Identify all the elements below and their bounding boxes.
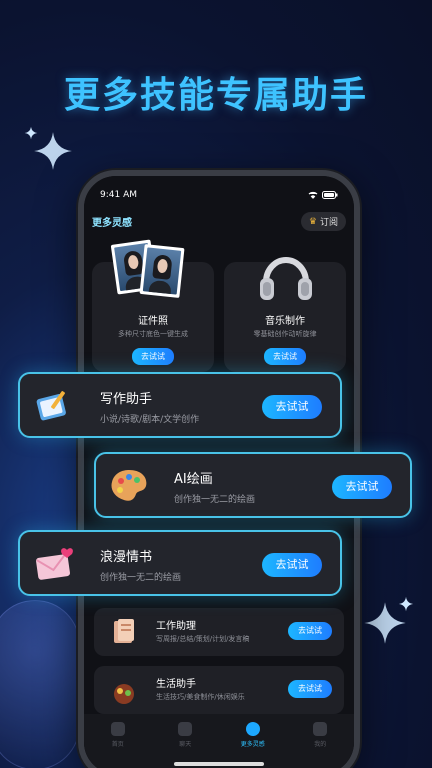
tab-label: 我的 [314,741,327,748]
crown-icon: ♛ [308,216,317,227]
list-desc: 写周报/总结/策划/计划/发言稿 [156,635,250,643]
try-button[interactable]: 去试试 [332,475,392,499]
status-icons [308,191,338,199]
id-photo-card[interactable]: 证件照 多种尺寸底色一键生成 去试试 [92,239,214,372]
try-button[interactable]: 去试试 [288,622,332,640]
sparkle-icon [398,596,414,612]
card-desc: 创作独一无二的绘画 [100,573,182,583]
try-button[interactable]: 去试试 [288,680,332,698]
envelope-icon [36,548,73,580]
try-button[interactable]: 去试试 [262,395,322,419]
try-button[interactable]: 去试试 [264,348,306,365]
sparkle-icon [34,132,72,170]
list-desc: 生活技巧/美食制作/休闲娱乐 [156,693,245,701]
chat-icon [178,722,193,736]
headphones-icon [260,257,312,300]
try-button[interactable]: 去试试 [132,348,174,365]
palette-icon [111,470,147,501]
food-icon [114,684,134,704]
notebook-icon [36,391,66,421]
status-bar: 9:41 AM [100,188,338,202]
id-photo-icon [139,244,185,298]
wifi-icon [308,191,318,199]
lightning-icon [245,722,260,736]
card-desc: 零基础创作动听旋律 [253,330,317,338]
page-headline: 更多技能专属助手 [63,75,368,116]
tab-profile[interactable]: 我的 [295,722,345,768]
card-desc: 小说/诗歌/剧本/文学创作 [100,415,200,425]
list-item[interactable]: 生活助手 生活技巧/美食制作/休闲娱乐 去试试 [94,666,344,714]
card-title: 音乐制作 [265,316,305,327]
tab-label: 首页 [111,741,124,748]
tab-label: 更多灵感 [240,741,265,748]
profile-icon [313,722,328,736]
sparkle-icon [24,126,38,140]
tab-bar: 首页 聊天 更多灵感 我的 [84,714,354,768]
writing-assistant-card[interactable]: 写作助手 小说/诗歌/剧本/文学创作 去试试 [18,372,342,438]
list-title: 生活助手 [156,679,196,690]
top-bar: 更多灵感 ♛ 订阅 [92,212,346,231]
card-title: 浪漫情书 [100,550,153,565]
home-indicator [174,762,264,766]
battery-icon [322,191,338,199]
list-title: 工作助理 [156,621,196,632]
card-title: 证件照 [138,316,168,327]
list-item[interactable]: 工作助理 写周报/总结/策划/计划/发言稿 去试试 [94,608,344,656]
card-title: 写作助手 [100,392,153,407]
card-desc: 创作独一无二的绘画 [174,495,256,505]
document-icon [114,619,134,643]
tab-label: 聊天 [179,741,192,748]
brand-title: 更多灵感 [92,218,132,229]
card-title: AI绘画 [174,472,213,487]
decorative-jellyfish [0,600,80,768]
status-time: 9:41 AM [100,190,137,200]
card-desc: 多种尺寸底色一键生成 [118,330,188,338]
feature-grid: 证件照 多种尺寸底色一键生成 去试试 音乐制作 零基础创作动听旋律 去试试 [92,239,346,372]
home-icon [110,722,125,736]
music-card[interactable]: 音乐制作 零基础创作动听旋律 去试试 [224,257,346,372]
love-letter-card[interactable]: 浪漫情书 创作独一无二的绘画 去试试 [18,530,342,596]
subscribe-button[interactable]: ♛ 订阅 [300,212,346,231]
try-button[interactable]: 去试试 [262,553,322,577]
subscribe-label: 订阅 [319,218,338,228]
ai-painting-card[interactable]: AI绘画 创作独一无二的绘画 去试试 [94,452,412,518]
tab-home[interactable]: 首页 [93,722,143,768]
